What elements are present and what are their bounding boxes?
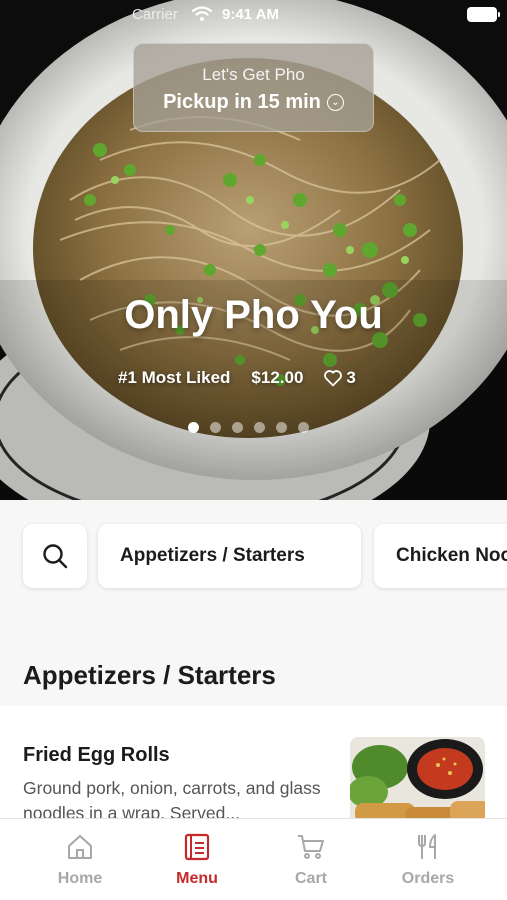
category-chip-appetizers[interactable]: Appetizers / Starters bbox=[98, 524, 361, 588]
category-chip-chicken-noodle[interactable]: Chicken Noodle Soup bbox=[374, 524, 507, 588]
wifi-icon bbox=[192, 6, 212, 21]
category-bar: Appetizers / Starters Chicken Noodle Sou… bbox=[0, 500, 507, 630]
restaurant-name: Let's Get Pho bbox=[202, 65, 305, 84]
carousel-dot[interactable] bbox=[254, 422, 265, 433]
menu-icon bbox=[184, 833, 210, 861]
menu-item-image bbox=[350, 737, 485, 827]
tab-home[interactable]: Home bbox=[17, 819, 143, 900]
carousel-dot[interactable] bbox=[210, 422, 221, 433]
menu-item-name: Fried Egg Rolls bbox=[23, 744, 170, 766]
hero-banner[interactable]: Carrier 9:41 AM Let's Get Pho Pickup in … bbox=[0, 0, 507, 500]
featured-tag: #1 Most Liked bbox=[118, 368, 231, 387]
search-button[interactable] bbox=[23, 524, 87, 588]
battery-icon bbox=[467, 7, 500, 22]
like-button[interactable]: 3 bbox=[323, 368, 356, 388]
carousel-pagination[interactable] bbox=[188, 422, 309, 433]
home-icon bbox=[68, 835, 92, 859]
search-icon bbox=[43, 544, 68, 569]
fork-knife-icon bbox=[418, 834, 436, 859]
tab-menu[interactable]: Menu bbox=[134, 819, 260, 900]
featured-item-name: Only Pho You bbox=[124, 293, 383, 337]
tab-label-home: Home bbox=[57, 870, 103, 887]
like-count: 3 bbox=[346, 368, 356, 387]
chevron-circle-icon: ⌄ bbox=[326, 94, 344, 111]
pickup-selector[interactable]: Let's Get Pho Pickup in 15 min ⌄ bbox=[133, 43, 374, 132]
carrier-label: Carrier bbox=[132, 6, 178, 23]
carousel-dot[interactable] bbox=[232, 422, 243, 433]
tab-label-orders: Orders bbox=[401, 870, 455, 887]
section-title: Appetizers / Starters bbox=[23, 660, 276, 690]
tab-orders[interactable]: Orders bbox=[365, 819, 491, 900]
featured-item-meta: #1 Most Liked $12.00 3 bbox=[118, 368, 356, 388]
carousel-dot[interactable] bbox=[276, 422, 287, 433]
tab-cart[interactable]: Cart bbox=[248, 819, 374, 900]
pickup-time: Pickup in 15 min bbox=[163, 91, 321, 113]
cart-icon bbox=[298, 835, 324, 859]
heart-icon bbox=[324, 370, 343, 387]
carousel-dot[interactable] bbox=[298, 422, 309, 433]
status-bar: Carrier 9:41 AM bbox=[0, 0, 507, 30]
clock: 9:41 AM bbox=[222, 6, 279, 23]
pickup-time-row: Pickup in 15 min ⌄ bbox=[134, 91, 373, 114]
featured-price: $12.00 bbox=[251, 368, 304, 387]
tab-bar: Home Menu Cart Orders bbox=[0, 818, 507, 900]
tab-label-menu: Menu bbox=[176, 870, 218, 887]
carousel-dot[interactable] bbox=[188, 422, 199, 433]
tab-label-cart: Cart bbox=[294, 870, 327, 887]
